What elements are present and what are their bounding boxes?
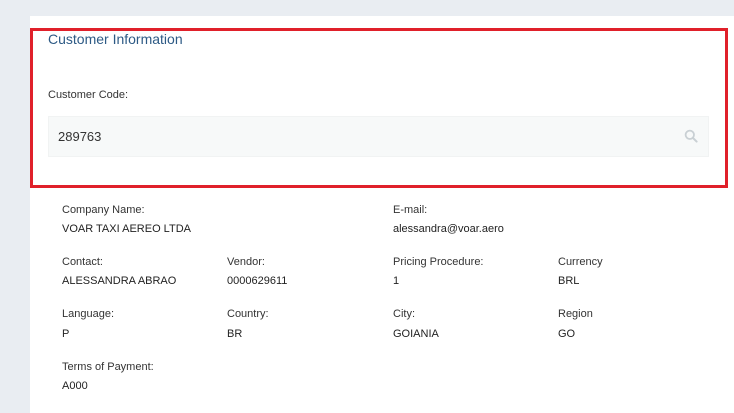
section-title: Customer Information [48, 31, 183, 47]
region-value: GO [558, 328, 576, 340]
currency-value: BRL [558, 275, 580, 287]
city-label: City: [393, 308, 415, 320]
currency-label: Currency [558, 256, 603, 268]
highlight-box [30, 28, 728, 188]
region-label: Region [558, 308, 593, 320]
pricing-procedure-label: Pricing Procedure: [393, 256, 484, 268]
language-label: Language: [62, 308, 114, 320]
city-value: GOIANIA [393, 328, 439, 340]
language-value: P [62, 328, 70, 340]
customer-code-field[interactable] [48, 116, 709, 157]
vendor-value: 0000629611 [227, 275, 288, 287]
customer-code-input[interactable] [49, 117, 669, 156]
company-name-label: Company Name: [62, 204, 145, 216]
search-icon[interactable] [684, 129, 698, 143]
company-name-value: VOAR TAXI AEREO LTDA [62, 223, 191, 235]
email-value: alessandra@voar.aero [393, 223, 504, 235]
email-label: E-mail: [393, 204, 428, 216]
country-label: Country: [227, 308, 269, 320]
customer-code-label: Customer Code: [48, 89, 129, 101]
contact-value: ALESSANDRA ABRAO [62, 275, 177, 287]
terms-of-payment-value: A000 [62, 380, 88, 392]
pricing-procedure-value: 1 [393, 275, 400, 287]
vendor-label: Vendor: [227, 256, 265, 268]
country-value: BR [227, 328, 243, 340]
terms-of-payment-label: Terms of Payment: [62, 361, 154, 373]
contact-label: Contact: [62, 256, 103, 268]
